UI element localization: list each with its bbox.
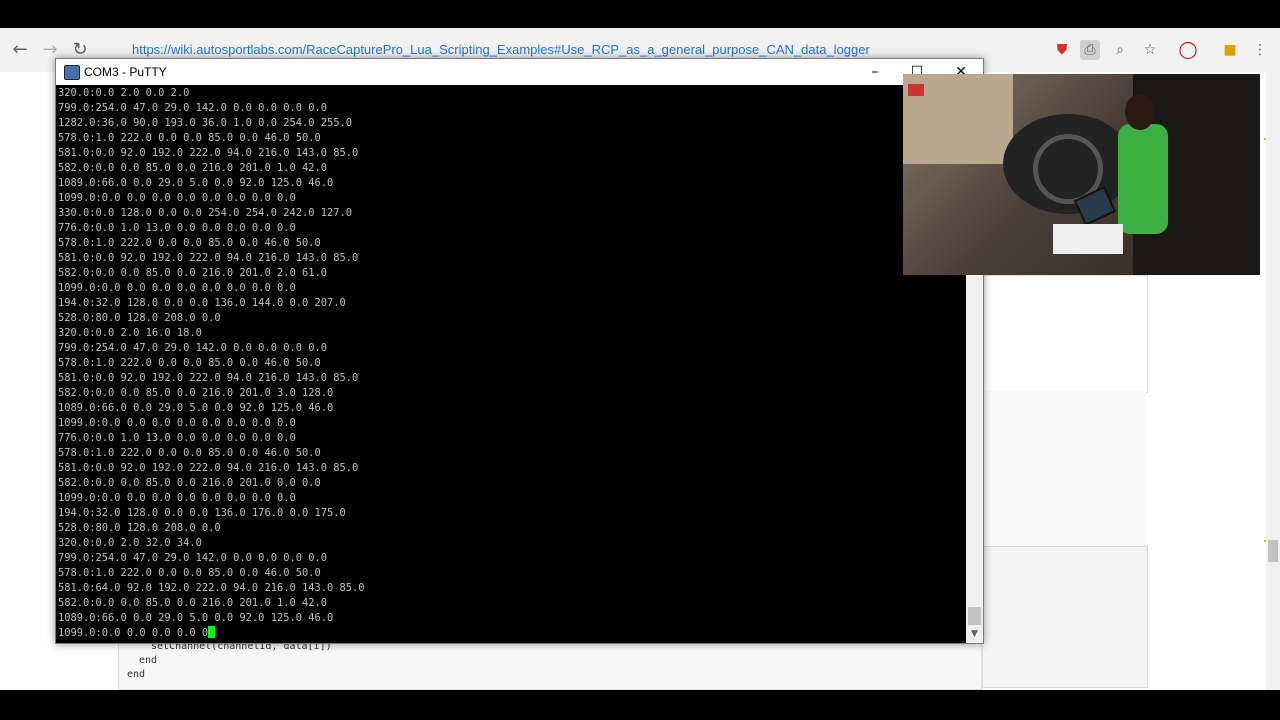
terminal-line: 578.0:1.0 222.0 0.0 0.0 85.0 0.0 46.0 50…: [58, 447, 321, 459]
terminal-current-line: 1099.0:0.0 0.0 0.0 0.0 0: [58, 626, 216, 641]
terminal-line: 581.0:64.0 92.0 192.0 222.0 94.0 216.0 1…: [58, 582, 365, 594]
terminal-line: 1282.0:36.0 90.0 193.0 36.0 1.0 0.0 254.…: [58, 117, 353, 129]
webcam-overlay: [903, 74, 1260, 275]
terminal-line: 194.0:32.0 128.0 0.0 0.0 136.0 176.0 0.0…: [58, 507, 346, 519]
terminal-line: 578.0:1.0 222.0 0.0 0.0 85.0 0.0 46.0 50…: [58, 237, 321, 249]
terminal-line: 776.0:0.0 1.0 13.0 0.0 0.0 0.0 0.0 0.0: [58, 222, 296, 234]
terminal-line: 528.0:80.0 128.0 208.0 0.0: [58, 522, 221, 534]
bookmark-star-icon[interactable]: ☆: [1140, 40, 1160, 60]
terminal-line: 330.0:0.0 128.0 0.0 0.0 254.0 254.0 242.…: [58, 207, 353, 219]
terminal-line-text: 1099.0:0.0 0.0 0.0 0.0 0: [58, 627, 209, 639]
terminal-line: 1089.0:66.0 0.0 29.0 5.0 0.0 92.0 125.0 …: [58, 402, 334, 414]
terminal-line: 581.0:0.0 92.0 192.0 222.0 94.0 216.0 14…: [58, 147, 359, 159]
terminal-line: 582.0:0.0 0.0 85.0 0.0 216.0 201.0 3.0 1…: [58, 387, 334, 399]
terminal-line: 1099.0:0.0 0.0 0.0 0.0 0.0 0.0 0.0 0.0: [58, 192, 296, 204]
terminal-line: 578.0:1.0 222.0 0.0 0.0 85.0 0.0 46.0 50…: [58, 357, 321, 369]
scroll-down-arrow-icon[interactable]: ▼: [966, 625, 983, 643]
extension-icon[interactable]: ■: [1220, 40, 1240, 60]
terminal-line: 582.0:0.0 0.0 85.0 0.0 216.0 201.0 1.0 4…: [58, 162, 327, 174]
terminal-line: 1099.0:0.0 0.0 0.0 0.0 0.0 0.0 0.0 0.0: [58, 492, 296, 504]
person-legs: [1053, 224, 1123, 254]
page-scrollbar-thumb[interactable]: [1268, 540, 1278, 562]
page-side-panel-mid: [982, 391, 1146, 546]
terminal-line: 582.0:0.0 0.0 85.0 0.0 216.0 201.0 1.0 4…: [58, 597, 327, 609]
page-action-icon[interactable]: ⎙: [1080, 40, 1100, 60]
terminal-line: 799.0:254.0 47.0 29.0 142.0 0.0 0.0 0.0 …: [58, 102, 327, 114]
terminal-line: 582.0:0.0 0.0 85.0 0.0 216.0 201.0 0.0 0…: [58, 477, 321, 489]
terminal-line: 799.0:254.0 47.0 29.0 142.0 0.0 0.0 0.0 …: [58, 552, 327, 564]
menu-kebab-icon[interactable]: ⋮: [1250, 40, 1270, 60]
terminal-line: 194.0:32.0 128.0 0.0 0.0 136.0 144.0 0.0…: [58, 297, 346, 309]
extension-shield-icon[interactable]: ⛊: [1052, 40, 1072, 60]
terminal-line: 776.0:0.0 1.0 13.0 0.0 0.0 0.0 0.0 0.0: [58, 432, 296, 444]
terminal-line: 320.0:0.0 2.0 0.0 2.0: [58, 87, 190, 99]
page-scrollbar[interactable]: [1266, 72, 1280, 690]
minimize-button[interactable]: –: [853, 59, 897, 85]
window-title: COM3 - PuTTY: [84, 65, 167, 79]
person-head: [1125, 94, 1155, 130]
terminal-line: 578.0:1.0 222.0 0.0 0.0 85.0 0.0 46.0 50…: [58, 567, 321, 579]
terminal-line: 320.0:0.0 2.0 16.0 18.0: [58, 327, 202, 339]
code-line: end: [127, 669, 146, 680]
terminal-line: 1099.0:0.0 0.0 0.0 0.0 0.0 0.0 0.0 0.0: [58, 282, 296, 294]
terminal-line: 582.0:0.0 0.0 85.0 0.0 216.0 201.0 2.0 6…: [58, 267, 327, 279]
terminal-line: 581.0:0.0 92.0 192.0 222.0 94.0 216.0 14…: [58, 252, 359, 264]
terminal-line: 320.0:0.0 2.0 32.0 34.0: [58, 537, 202, 549]
wall-object: [908, 84, 924, 96]
code-snippet: setChannel(channelId, data[i]) end end: [118, 640, 982, 690]
zoom-icon[interactable]: ⌕: [1110, 40, 1130, 60]
opera-icon[interactable]: ◯: [1178, 40, 1198, 60]
terminal-line: 581.0:0.0 92.0 192.0 222.0 94.0 216.0 14…: [58, 372, 359, 384]
terminal-line: 581.0:0.0 92.0 192.0 222.0 94.0 216.0 14…: [58, 462, 359, 474]
putty-window[interactable]: COM3 - PuTTY – ☐ ✕ 320.0:0.0 2.0 0.0 2.0…: [55, 58, 984, 644]
terminal-scrollbar-thumb[interactable]: [968, 607, 981, 625]
page-side-panel: [982, 275, 1148, 393]
person-torso: [1118, 124, 1168, 234]
page-side-panel-bottom: [982, 546, 1148, 688]
terminal-line: 528.0:80.0 128.0 208.0 0.0: [58, 312, 221, 324]
terminal-line: 1089.0:66.0 0.0 29.0 5.0 0.0 92.0 125.0 …: [58, 177, 334, 189]
terminal-line: 799.0:254.0 47.0 29.0 142.0 0.0 0.0 0.0 …: [58, 342, 327, 354]
terminal-cursor: [208, 626, 216, 638]
terminal-line: 578.0:1.0 222.0 0.0 0.0 85.0 0.0 46.0 50…: [58, 132, 321, 144]
putty-titlebar[interactable]: COM3 - PuTTY – ☐ ✕: [56, 59, 983, 85]
arrow-left-icon[interactable]: ←: [8, 38, 32, 62]
terminal-output[interactable]: 320.0:0.0 2.0 0.0 2.0 799.0:254.0 47.0 29…: [56, 85, 966, 643]
terminal-line: 1099.0:0.0 0.0 0.0 0.0 0.0 0.0 0.0 0.0: [58, 417, 296, 429]
terminal-line: 1089.0:66.0 0.0 29.0 5.0 0.0 92.0 125.0 …: [58, 612, 334, 624]
putty-app-icon[interactable]: [64, 65, 80, 80]
code-line: end: [139, 655, 158, 666]
